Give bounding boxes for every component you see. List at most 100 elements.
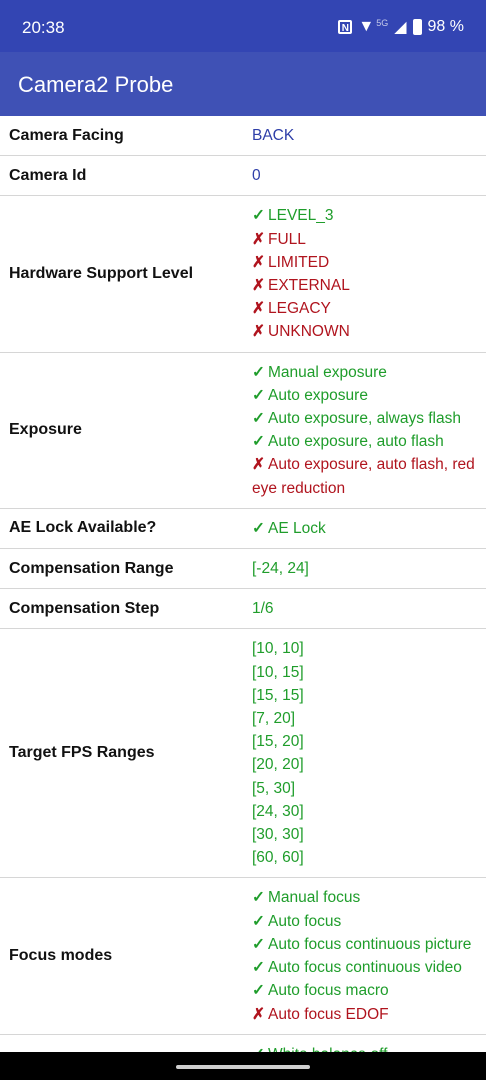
signal-icon: ◢ (394, 19, 407, 36)
property-label: Camera Id (9, 166, 87, 184)
value-text: UNKNOWN (268, 323, 350, 341)
value-line: ✓ Auto exposure (252, 384, 476, 407)
value-text: AE Lock (268, 519, 326, 537)
app-title: Camera2 Probe (18, 72, 174, 97)
property-row: Camera Id 0 (0, 156, 486, 197)
battery-level: 98 % (427, 18, 464, 35)
value-text: [7, 20] (252, 710, 296, 728)
value-line: [24, 30] (252, 800, 476, 823)
value-line: ✗ EXTERNAL (252, 274, 476, 297)
property-row: ✓White balance off (0, 1035, 486, 1052)
status-icons: N ▼ 5G ◢ 98 % (338, 17, 464, 37)
value-text: [-24, 24] (252, 560, 309, 578)
battery-icon (412, 19, 422, 35)
value-text: Auto focus EDOF (268, 1005, 389, 1023)
value-line: [15, 15] (252, 684, 476, 707)
camera-properties-list[interactable]: Camera Facing BACK Camera Id 0 Hardware Supp… (0, 116, 486, 1052)
cross-icon: ✗ (252, 323, 265, 341)
cross-icon: ✗ (252, 1005, 265, 1023)
value-line: 1/6 (252, 597, 476, 620)
value-line: ✗ LEGACY (252, 297, 476, 320)
value-text: 0 (252, 167, 261, 185)
network-type: 5G (376, 18, 389, 28)
value-line: ✓ Auto exposure, auto flash (252, 430, 476, 453)
check-icon: ✓ (252, 935, 265, 953)
nfc-icon: N (338, 20, 353, 34)
property-label: Hardware Support Level (9, 265, 194, 283)
property-value: BACK (242, 116, 486, 155)
value-line: ✗ Auto focus EDOF (252, 1003, 476, 1026)
cross-icon: ✗ (252, 277, 265, 295)
cross-icon: ✗ (252, 300, 265, 318)
property-row: Hardware Support Level ✓ LEVEL_3 ✗ FULL ✗ LIMI… (0, 196, 486, 353)
check-icon: ✓ (252, 982, 265, 1000)
home-gesture-handle[interactable] (176, 1065, 310, 1069)
value-line: ✓ Auto focus continuous picture (252, 933, 476, 956)
cross-icon: ✗ (252, 456, 265, 474)
value-text: Auto exposure (268, 386, 368, 404)
value-line: [60, 60] (252, 846, 476, 869)
property-value: ✓ Manual exposure ✓ Auto exposure ✓ Auto expo… (242, 353, 486, 508)
check-icon: ✓ (252, 519, 265, 537)
check-icon: ✓ (252, 207, 265, 225)
cross-icon: ✗ (252, 230, 265, 248)
value-text: [5, 30] (252, 779, 296, 797)
value-text: [15, 15] (252, 686, 304, 704)
property-value: 1/6 (242, 589, 486, 628)
value-line: ✓ Auto focus continuous video (252, 956, 476, 979)
value-text: LIMITED (268, 253, 330, 271)
value-line: ✓White balance off (252, 1043, 476, 1052)
value-line: ✓ Auto focus (252, 910, 476, 933)
value-text: FULL (268, 230, 306, 248)
value-line: [15, 20] (252, 730, 476, 753)
value-line: [10, 10] (252, 637, 476, 660)
value-line: [-24, 24] (252, 557, 476, 580)
property-label: Focus modes (9, 947, 113, 965)
value-text: 1/6 (252, 600, 274, 618)
property-row: Focus modes ✓ Manual focus ✓ Auto focus ✓ Auto… (0, 878, 486, 1035)
value-line: 0 (252, 164, 476, 187)
property-value: ✓ Manual focus ✓ Auto focus ✓ Auto focus cont… (242, 878, 486, 1033)
value-line: [7, 20] (252, 707, 476, 730)
status-bar: 20:38 N ▼ 5G ◢ 98 % (0, 0, 486, 52)
value-text: Auto exposure, auto flash (268, 433, 444, 451)
check-icon: ✓ (252, 363, 265, 381)
check-icon: ✓ (252, 433, 265, 451)
check-icon: ✓ (252, 889, 265, 907)
check-icon: ✓ (252, 912, 265, 930)
property-row: Compensation Step 1/6 (0, 589, 486, 630)
value-text: [10, 10] (252, 640, 304, 658)
value-line: ✗ FULL (252, 228, 476, 251)
value-text: [60, 60] (252, 849, 304, 867)
property-label: Compensation Step (9, 599, 160, 617)
property-label: AE Lock Available? (9, 519, 157, 537)
value-line: [5, 30] (252, 777, 476, 800)
check-icon: ✓ (252, 386, 265, 404)
value-text: Auto exposure, auto flash, red eye reduc… (252, 456, 475, 497)
value-line: ✓ Manual focus (252, 886, 476, 909)
value-line: ✓ AE Lock (252, 517, 476, 540)
value-text: Auto focus continuous picture (268, 935, 472, 953)
property-value: ✓ LEVEL_3 ✗ FULL ✗ LIMITED ✗ EXTERNAL ✗ LEGACY ✗ UN… (242, 196, 486, 351)
property-row: Camera Facing BACK (0, 116, 486, 157)
value-line: [20, 20] (252, 753, 476, 776)
value-line: ✓ Auto focus macro (252, 979, 476, 1002)
property-value: ✓White balance off (242, 1035, 486, 1052)
value-text: [20, 20] (252, 756, 304, 774)
check-icon: ✓ (252, 959, 265, 977)
value-text: Manual exposure (268, 363, 387, 381)
property-label: Exposure (9, 421, 82, 439)
value-line: [30, 30] (252, 823, 476, 846)
cross-icon: ✗ (252, 253, 265, 271)
wifi-icon: ▼ (358, 18, 375, 35)
value-text: EXTERNAL (268, 277, 350, 295)
value-line: ✓ Auto exposure, always flash (252, 407, 476, 430)
value-text: [24, 30] (252, 802, 304, 820)
property-value: 0 (242, 156, 486, 195)
property-row: Compensation Range [-24, 24] (0, 549, 486, 590)
value-text: [10, 15] (252, 663, 304, 681)
property-value: [10, 10] [10, 15] [15, 15] [7, 20] [15, 20] [… (242, 629, 486, 877)
value-text: BACK (252, 127, 295, 144)
value-text: Auto focus continuous video (268, 959, 462, 977)
property-label: Camera Facing (9, 126, 124, 144)
